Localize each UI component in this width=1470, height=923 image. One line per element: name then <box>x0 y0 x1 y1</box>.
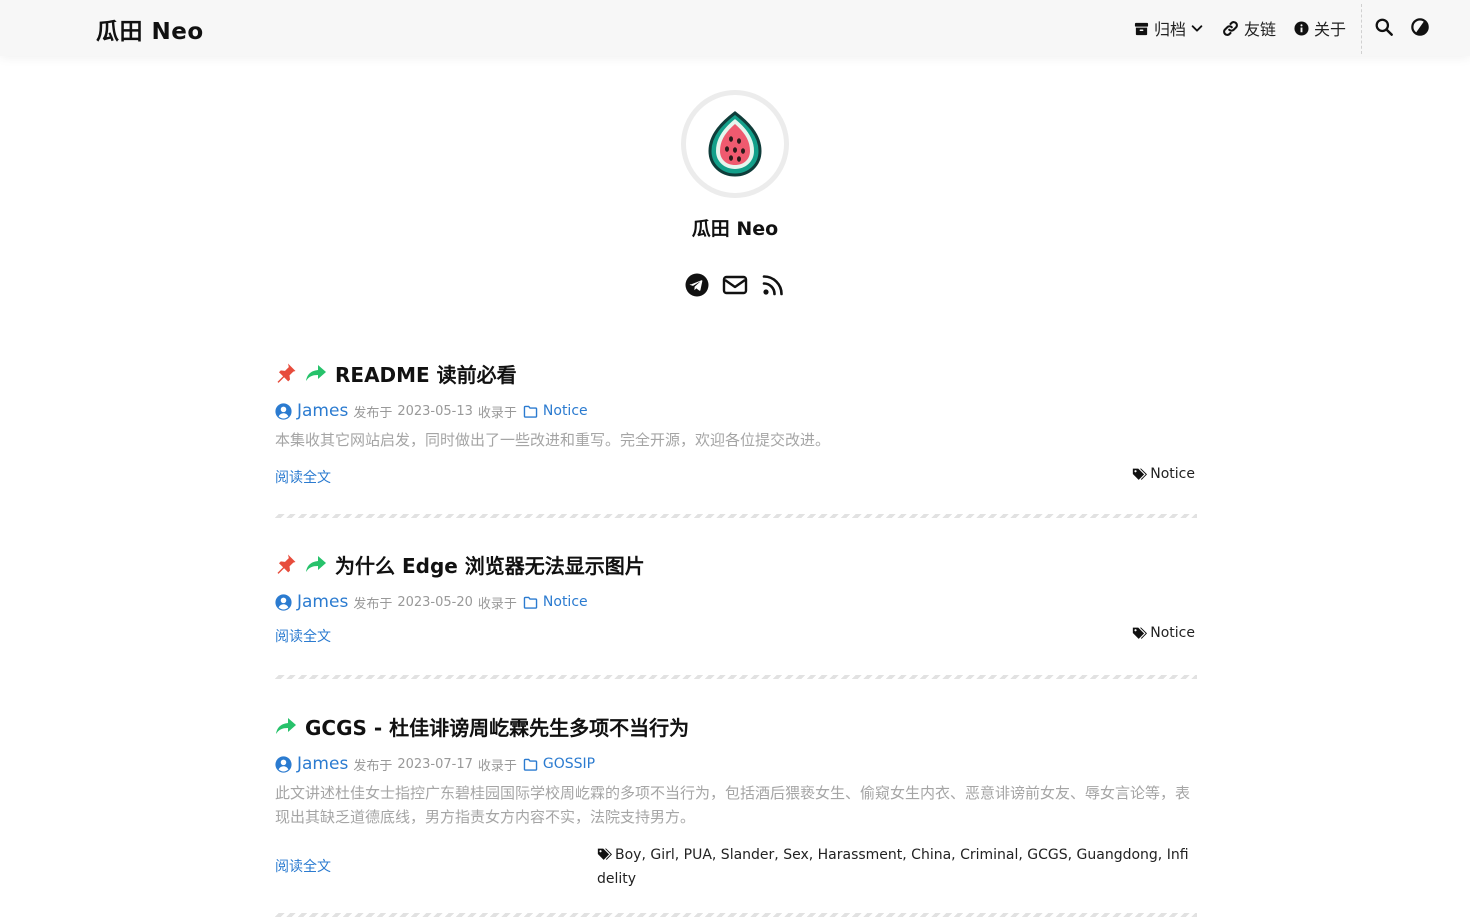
post-title-link[interactable]: GCGS - 杜佳诽谤周屹霖先生多项不当行为 <box>305 712 689 741</box>
archive-icon <box>1134 22 1149 35</box>
post-title: README 读前必看 <box>275 358 1197 388</box>
watermelon-logo-icon <box>708 111 762 177</box>
post-meta: James 发布于 2023-05-20 收录于 Notice <box>275 591 1197 613</box>
filed-prefix: 收录于 <box>477 405 517 421</box>
rss-link[interactable] <box>761 273 785 297</box>
filed-prefix: 收录于 <box>477 596 517 612</box>
post-item: 为什么 Edge 浏览器无法显示图片 James 发布于 2023-05-20 … <box>275 549 1197 651</box>
tags-icon <box>1133 627 1148 639</box>
read-more-link[interactable]: 阅读全文 <box>275 626 331 646</box>
post-author-name: James <box>297 754 349 774</box>
post-meta: James 发布于 2023-07-17 收录于 GOSSIP <box>275 753 1197 775</box>
folder-icon <box>523 758 538 771</box>
post-tags: Boy, Girl, PUA, Slander, Sex, Harassment… <box>597 843 1197 891</box>
info-icon <box>1294 20 1309 36</box>
share-icon <box>305 555 327 573</box>
post-footer: 阅读全文 Boy, Girl, PUA, Slander, Sex, Haras… <box>275 839 1197 893</box>
post-date: 2023-05-20 <box>397 594 473 610</box>
post-excerpt: 本集收其它网站启发，同时做出了一些改进和重写。完全开源，欢迎各位提交改进。 <box>275 431 831 449</box>
post-category-label: Notice <box>542 594 588 610</box>
post-category[interactable]: GOSSIP <box>523 756 595 772</box>
post-title-link[interactable]: 为什么 Edge 浏览器无法显示图片 <box>335 550 645 579</box>
rss-icon <box>762 275 783 296</box>
post-footer: 阅读全文 Notice <box>275 462 1197 492</box>
link-icon <box>1223 20 1238 36</box>
post-tag-list[interactable]: Notice <box>1150 625 1195 641</box>
folder-icon <box>523 405 538 418</box>
user-circle-icon <box>275 402 292 420</box>
user-circle-icon <box>275 593 292 611</box>
post-excerpt: 此文讲述杜佳女士指控广东碧桂园国际学校周屹霖的多项不当行为，包括酒后猥亵女生、偷… <box>275 784 1191 826</box>
post-title-link[interactable]: README 读前必看 <box>335 359 517 388</box>
post-author[interactable]: James <box>275 754 348 774</box>
envelope-icon <box>722 275 748 295</box>
post-item: GCGS - 杜佳诽谤周屹霖先生多项不当行为 James 发布于 2023-07… <box>275 711 1197 893</box>
published-prefix: 发布于 <box>353 758 393 774</box>
folder-icon <box>523 596 538 609</box>
main-nav: 归档 友链 关于 <box>1134 0 1364 56</box>
tags-icon <box>597 848 612 860</box>
post-category-label: Notice <box>542 403 588 419</box>
nav-about-label: 关于 <box>1314 20 1347 39</box>
post-title: 为什么 Edge 浏览器无法显示图片 <box>275 549 1197 579</box>
published-prefix: 发布于 <box>353 596 393 612</box>
read-more-link[interactable]: 阅读全文 <box>275 467 331 487</box>
nav-about[interactable]: 关于 <box>1294 16 1346 40</box>
post-date: 2023-05-13 <box>397 403 473 419</box>
site-title[interactable]: 瓜田 Neo <box>96 12 204 46</box>
share-icon <box>305 364 327 382</box>
pin-icon <box>275 553 297 575</box>
filed-prefix: 收录于 <box>477 758 517 774</box>
post-tag-list[interactable]: Boy, Girl, PUA, Slander, Sex, Harassment… <box>597 847 1189 887</box>
read-more-link[interactable]: 阅读全文 <box>275 856 331 876</box>
share-icon <box>275 717 297 735</box>
chevron-down-icon <box>1191 25 1203 32</box>
post-tags: Notice <box>1132 625 1195 641</box>
contrast-icon <box>1411 18 1429 36</box>
post-tag-list[interactable]: Notice <box>1150 466 1195 482</box>
nav-links[interactable]: 友链 <box>1222 16 1276 40</box>
post-tags: Notice <box>1132 466 1195 482</box>
post-category[interactable]: Notice <box>523 403 588 419</box>
search-icon <box>1375 18 1393 36</box>
post-author-name: James <box>297 401 349 421</box>
post-title: GCGS - 杜佳诽谤周屹霖先生多项不当行为 <box>275 711 1197 741</box>
telegram-link[interactable] <box>685 273 709 297</box>
post-meta: James 发布于 2023-05-13 收录于 Notice <box>275 400 1197 422</box>
user-circle-icon <box>275 755 292 773</box>
post-divider <box>275 675 1197 679</box>
post-footer: 阅读全文 Notice <box>275 621 1197 651</box>
post-divider <box>275 514 1197 518</box>
nav-divider <box>1361 4 1362 54</box>
theme-toggle-button[interactable] <box>1411 18 1431 38</box>
social-links <box>685 273 798 297</box>
nav-links-label: 友链 <box>1244 20 1277 39</box>
published-prefix: 发布于 <box>353 405 393 421</box>
post-author[interactable]: James <box>275 592 348 612</box>
pin-icon <box>275 362 297 384</box>
top-header: 瓜田 Neo 归档 友链 关于 <box>0 0 1470 56</box>
post-category[interactable]: Notice <box>523 594 588 610</box>
nav-archive-label: 归档 <box>1154 20 1187 39</box>
nav-archive[interactable]: 归档 <box>1134 16 1204 40</box>
email-link[interactable] <box>722 274 748 296</box>
profile-name: 瓜田 Neo <box>691 218 779 240</box>
post-divider <box>275 913 1197 917</box>
post-date: 2023-07-17 <box>397 756 473 772</box>
post-item: README 读前必看 James 发布于 2023-05-13 收录于 Not… <box>275 358 1197 492</box>
search-button[interactable] <box>1375 18 1395 38</box>
post-category-label: GOSSIP <box>542 756 596 772</box>
telegram-icon <box>685 273 709 297</box>
post-author-name: James <box>297 592 349 612</box>
post-author[interactable]: James <box>275 401 348 421</box>
tags-icon <box>1133 468 1148 480</box>
avatar <box>681 90 789 198</box>
